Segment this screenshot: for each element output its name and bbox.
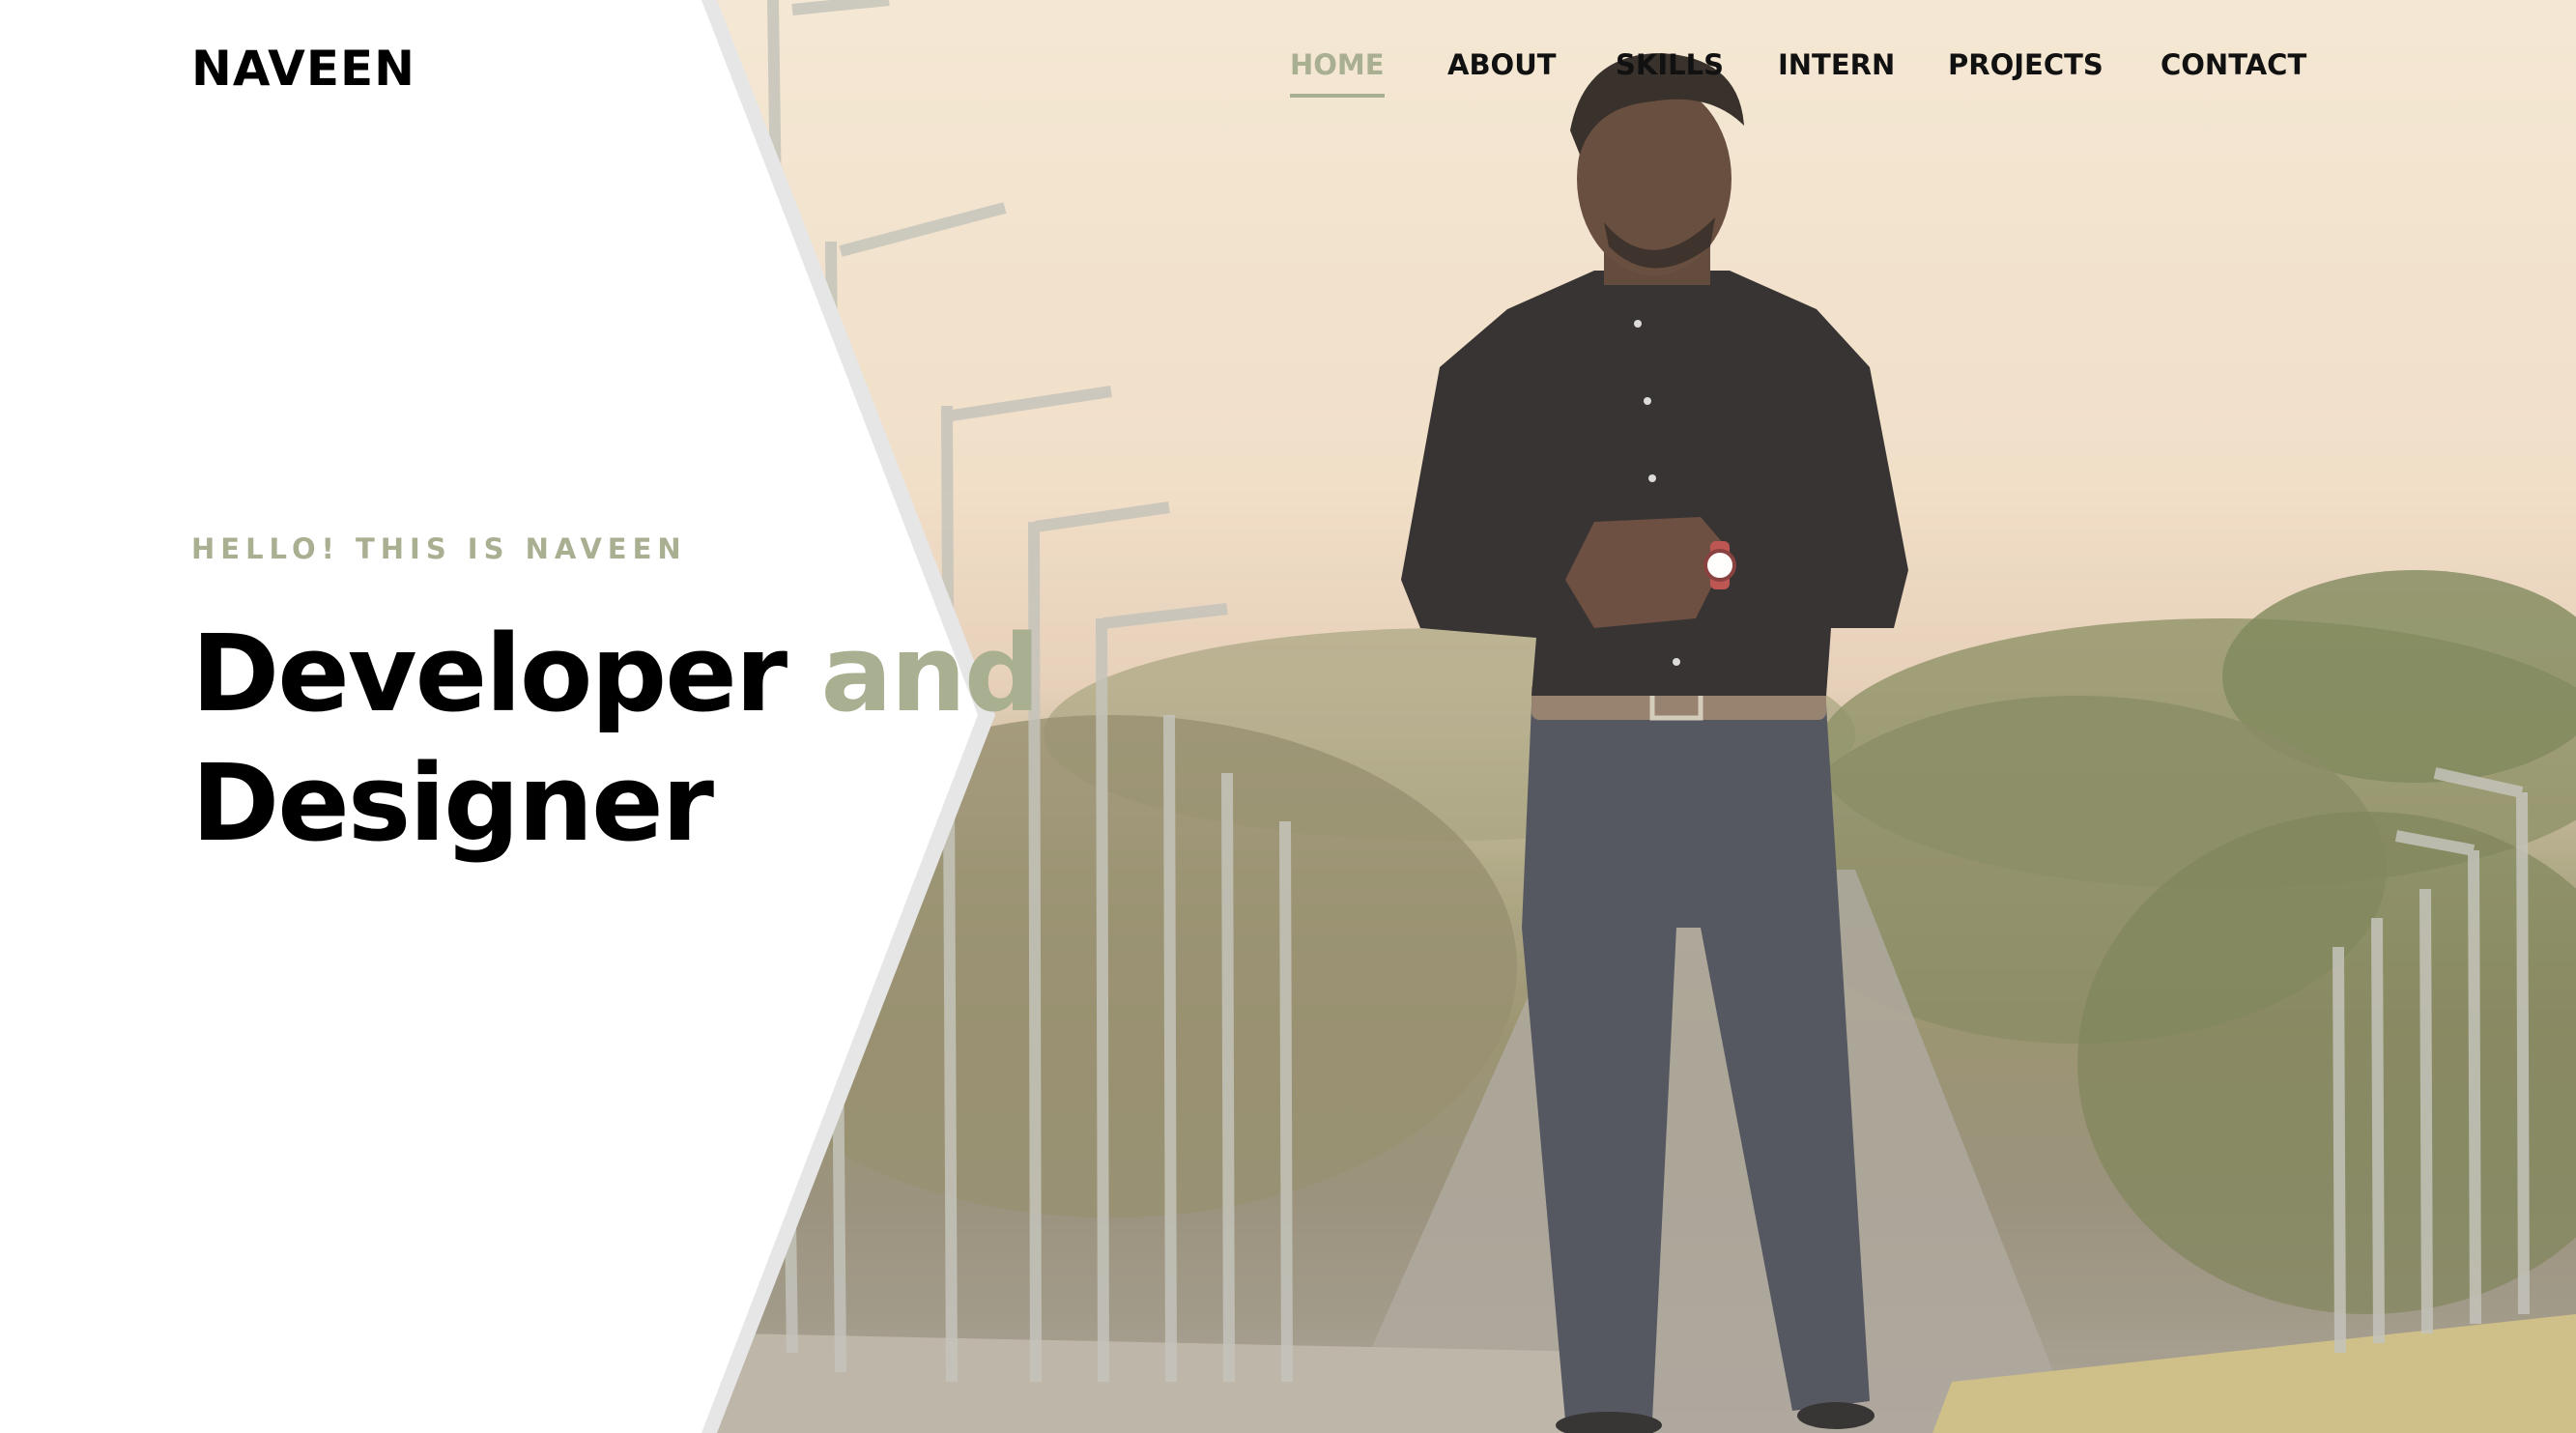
- hero-title-accent: and: [820, 612, 1040, 735]
- nav-intern-link[interactable]: INTERN: [1778, 43, 1895, 94]
- brand-logo[interactable]: NAVEEN: [191, 37, 415, 100]
- nav-about-link[interactable]: ABOUT: [1447, 43, 1557, 94]
- nav-projects-link[interactable]: PROJECTS: [1948, 43, 2104, 94]
- nav-skills-link[interactable]: SKILLS: [1616, 43, 1724, 94]
- hero-subtitle: HELLO! THIS IS NAVEEN: [191, 532, 687, 565]
- hero-title: Developer and Designer: [191, 609, 1041, 868]
- nav-contact-link[interactable]: CONTACT: [2161, 43, 2306, 94]
- nav-home-link[interactable]: HOME: [1290, 43, 1385, 98]
- hero-title-line-1: Developer and: [191, 609, 1041, 738]
- hero-title-word-developer: Developer: [191, 612, 787, 735]
- hero-title-line-2: Designer: [191, 741, 714, 865]
